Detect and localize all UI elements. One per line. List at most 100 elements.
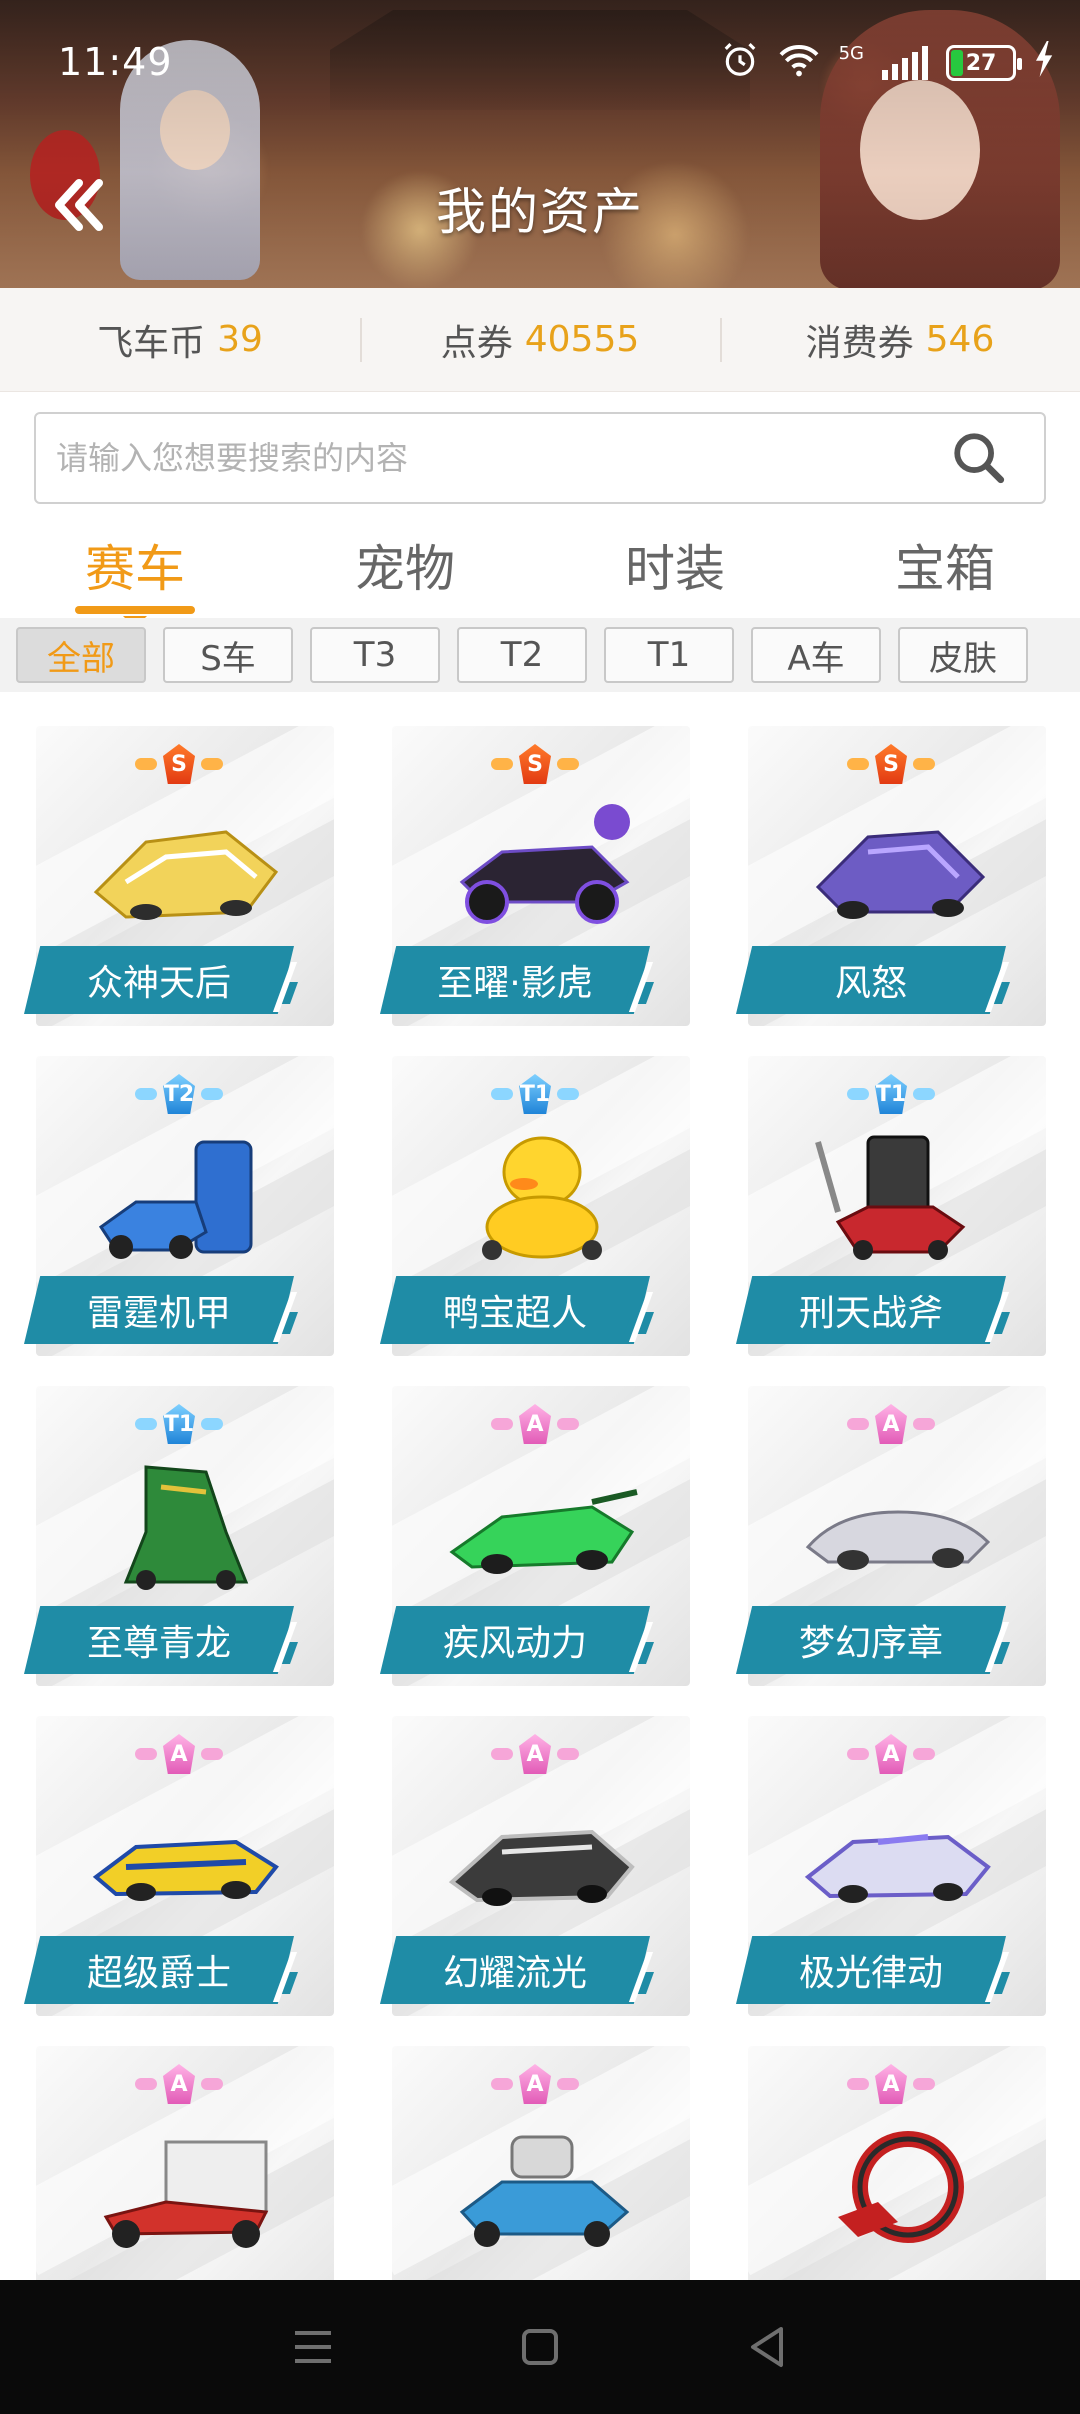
car-name: 疾风动力 xyxy=(380,1606,650,1674)
car-card[interactable]: A 梦幻序章 xyxy=(732,1370,1046,1686)
search-box xyxy=(34,412,1046,504)
search-input[interactable] xyxy=(36,414,934,502)
car-card[interactable]: S 风怒 xyxy=(732,710,1046,1026)
network-type: 5G xyxy=(838,42,864,64)
car-card[interactable]: S 至曜·影虎 xyxy=(376,710,690,1026)
car-card[interactable]: A xyxy=(732,2030,1046,2280)
car-card[interactable]: A xyxy=(376,2030,690,2280)
search-icon[interactable] xyxy=(934,413,1024,503)
car-image xyxy=(123,1465,249,1590)
tier-badge-s: S xyxy=(847,744,935,784)
tab-fashion[interactable]: 时装 xyxy=(540,520,810,610)
currency-label: 飞车币 xyxy=(97,322,206,364)
car-name: 众神天后 xyxy=(24,946,294,1014)
car-image xyxy=(449,1489,638,1574)
car-image xyxy=(815,830,986,919)
car-card[interactable]: S 众神天后 xyxy=(20,710,334,1026)
tier-badge-a: A xyxy=(847,2064,935,2104)
car-name: 极光律动 xyxy=(736,1936,1006,2004)
car-card[interactable]: A 疾风动力 xyxy=(376,1370,690,1686)
car-image xyxy=(92,1839,279,1901)
car-name: 超级爵士 xyxy=(24,1936,294,2004)
wifi-icon xyxy=(777,42,821,84)
car-card[interactable]: A xyxy=(20,2030,334,2280)
currency-value: 39 xyxy=(217,319,263,360)
menu-icon xyxy=(295,2331,332,2363)
currency-label: 点券 xyxy=(440,322,513,364)
car-image xyxy=(804,1834,991,1903)
currency-label: 消费券 xyxy=(805,322,914,364)
signal-icon xyxy=(882,46,928,80)
charging-icon xyxy=(1034,41,1056,85)
tier-badge-a: A xyxy=(135,1734,223,1774)
tier-badge-a: A xyxy=(847,1404,935,1444)
tier-badge-t1: T1 xyxy=(135,1404,223,1444)
car-image xyxy=(838,2131,964,2243)
tab-racecar[interactable]: 赛车 xyxy=(0,520,270,628)
car-image xyxy=(103,2140,269,2248)
car-grid: S 众神天后 S 至曜·影虎 S 风怒 T2 雷霆机甲 T1 鸭宝超人 T1 刑… xyxy=(0,710,1080,2280)
car-card[interactable]: T1 鸭宝超人 xyxy=(376,1040,690,1356)
currency-bar: 飞车币 39 点券 40555 消费券 546 xyxy=(0,288,1080,392)
car-name: 鸭宝超人 xyxy=(380,1276,650,1344)
car-card[interactable]: T1 至尊青龙 xyxy=(20,1370,334,1686)
filter-s-car[interactable]: S车 xyxy=(163,627,293,683)
currency-value: 546 xyxy=(925,319,995,360)
car-card[interactable]: A 极光律动 xyxy=(732,1700,1046,2016)
filter-t3[interactable]: T3 xyxy=(310,627,440,683)
car-name: 至尊青龙 xyxy=(24,1606,294,1674)
currency-value: 40555 xyxy=(524,319,640,360)
back-triangle-icon xyxy=(750,2327,783,2367)
currency-voucher: 消费券 546 xyxy=(720,314,1080,366)
car-image xyxy=(805,1510,991,1570)
tier-badge-a: A xyxy=(135,2064,223,2104)
home-square-icon xyxy=(521,2329,558,2365)
status-icons: 5G 27 xyxy=(721,40,1056,86)
filter-all[interactable]: 全部 xyxy=(16,627,146,683)
car-name: 幻耀流光 xyxy=(380,1936,650,2004)
currency-feiche-coin: 飞车币 39 xyxy=(0,314,360,366)
car-card[interactable]: T2 雷霆机甲 xyxy=(20,1040,334,1356)
battery-level: 27 xyxy=(965,50,997,76)
tier-badge-t1: T1 xyxy=(491,1074,579,1114)
filter-skin[interactable]: 皮肤 xyxy=(898,627,1028,683)
page-title: 我的资产 xyxy=(436,183,644,241)
tab-label: 赛车 xyxy=(85,540,185,598)
filter-bar: 全部 S车 T3 T2 T1 A车 皮肤 xyxy=(0,618,1080,692)
car-card[interactable]: A 超级爵士 xyxy=(20,1700,334,2016)
car-name: 刑天战斧 xyxy=(736,1276,1006,1344)
tier-badge-a: A xyxy=(491,1734,579,1774)
tier-badge-s: S xyxy=(135,744,223,784)
car-image xyxy=(815,1135,966,1260)
car-name: 至曜·影虎 xyxy=(380,946,650,1014)
filter-t1[interactable]: T1 xyxy=(604,627,734,683)
category-tabs: 赛车 宠物 时装 宝箱 xyxy=(0,520,1080,628)
tab-chest[interactable]: 宝箱 xyxy=(810,520,1080,610)
car-card[interactable]: A 幻耀流光 xyxy=(376,1700,690,2016)
filter-t2[interactable]: T2 xyxy=(457,627,587,683)
tab-label: 宝箱 xyxy=(895,540,995,598)
car-image xyxy=(448,1829,635,1906)
status-time: 11:49 xyxy=(58,40,173,84)
tab-pet[interactable]: 宠物 xyxy=(270,520,540,610)
tab-label: 宠物 xyxy=(355,540,455,598)
tier-badge-t2: T2 xyxy=(135,1074,223,1114)
system-nav-bar xyxy=(0,2280,1080,2414)
car-image xyxy=(459,2135,630,2247)
nav-back-button[interactable] xyxy=(727,2307,807,2387)
battery-icon: 27 xyxy=(946,45,1022,81)
car-name: 风怒 xyxy=(736,946,1006,1014)
car-image xyxy=(93,830,279,920)
nav-home-button[interactable] xyxy=(500,2307,580,2387)
tier-badge-t1: T1 xyxy=(847,1074,935,1114)
car-name: 雷霆机甲 xyxy=(24,1276,294,1344)
nav-menu-button[interactable] xyxy=(273,2307,353,2387)
filter-a-car[interactable]: A车 xyxy=(751,627,881,683)
car-name: 梦幻序章 xyxy=(736,1606,1006,1674)
car-image xyxy=(98,1140,253,1259)
status-bar: 11:49 5G 27 xyxy=(0,0,1080,120)
tab-label: 时装 xyxy=(625,540,725,598)
tier-badge-a: A xyxy=(491,2064,579,2104)
tier-badge-a: A xyxy=(491,1404,579,1444)
car-card[interactable]: T1 刑天战斧 xyxy=(732,1040,1046,1356)
